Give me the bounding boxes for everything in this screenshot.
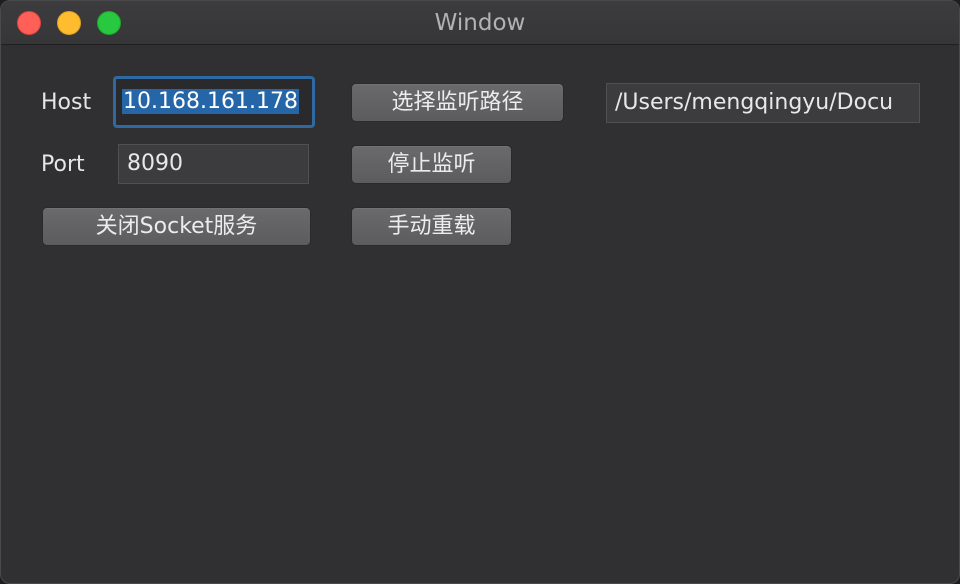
host-label: Host: [41, 90, 92, 115]
app-window: Window Host 10.168.161.178 选择监听路径 /Users…: [0, 0, 960, 584]
manual-reload-button[interactable]: 手动重载: [351, 207, 512, 246]
stop-listen-button[interactable]: 停止监听: [351, 145, 512, 184]
port-label: Port: [41, 152, 85, 177]
port-input[interactable]: 8090: [118, 144, 309, 184]
window-title: Window: [434, 10, 526, 36]
title-bar[interactable]: Window: [1, 1, 959, 45]
host-input-selected-text: 10.168.161.178: [122, 89, 299, 114]
listen-path-field[interactable]: /Users/mengqingyu/Docu: [606, 83, 920, 123]
choose-listen-path-button[interactable]: 选择监听路径: [351, 83, 564, 122]
host-input[interactable]: 10.168.161.178: [113, 76, 315, 128]
close-socket-service-button[interactable]: 关闭Socket服务: [42, 207, 311, 246]
